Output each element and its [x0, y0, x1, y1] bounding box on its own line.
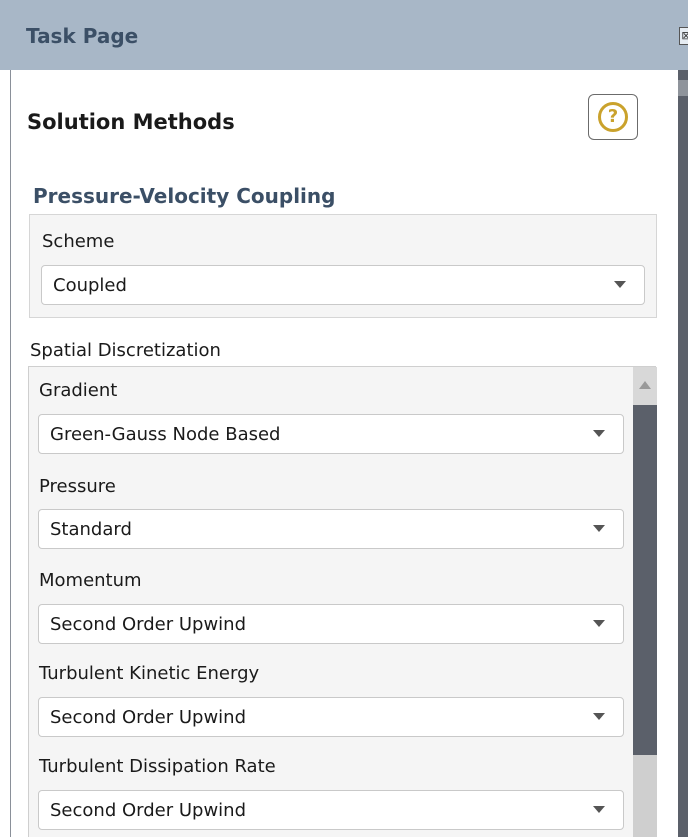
scroll-up-button[interactable] [633, 367, 657, 405]
spatial-discretization-title: Spatial Discretization [30, 340, 221, 361]
scroll-up-icon[interactable] [678, 80, 688, 96]
chevron-up-icon [639, 381, 651, 389]
turbulent-kinetic-energy-value: Second Order Upwind [50, 707, 246, 728]
task-page-scrollbar[interactable] [678, 70, 688, 837]
pressure-label: Pressure [39, 476, 116, 497]
gradient-dropdown[interactable]: Green-Gauss Node Based [38, 414, 624, 454]
pressure-velocity-coupling-title: Pressure-Velocity Coupling [33, 184, 336, 208]
help-button[interactable]: ? [588, 94, 638, 140]
chevron-down-icon [593, 713, 605, 720]
spatial-discretization-scrollbar[interactable] [633, 367, 657, 837]
task-page-header: Task Page ⊠ [0, 0, 688, 70]
task-page-title: Task Page [26, 24, 139, 48]
gradient-label: Gradient [39, 380, 118, 401]
chevron-down-icon [593, 806, 605, 813]
pressure-value: Standard [50, 519, 132, 540]
turbulent-dissipation-rate-value: Second Order Upwind [50, 800, 246, 821]
scheme-value: Coupled [53, 275, 127, 296]
pressure-dropdown[interactable]: Standard [38, 509, 624, 549]
chevron-down-icon [593, 525, 605, 532]
gradient-value: Green-Gauss Node Based [50, 424, 281, 445]
close-icon[interactable]: ⊠ [679, 27, 688, 45]
turbulent-kinetic-energy-dropdown[interactable]: Second Order Upwind [38, 697, 624, 737]
help-icon: ? [598, 102, 628, 132]
chevron-down-icon [614, 281, 626, 288]
chevron-down-icon [593, 430, 605, 437]
chevron-down-icon [593, 620, 605, 627]
momentum-label: Momentum [39, 570, 142, 591]
solution-methods-title: Solution Methods [27, 110, 235, 134]
turbulent-dissipation-rate-label: Turbulent Dissipation Rate [39, 756, 276, 777]
scheme-label: Scheme [42, 231, 115, 252]
momentum-dropdown[interactable]: Second Order Upwind [38, 604, 624, 644]
turbulent-kinetic-energy-label: Turbulent Kinetic Energy [39, 663, 260, 684]
turbulent-dissipation-rate-dropdown[interactable]: Second Order Upwind [38, 790, 624, 830]
scrollbar-track[interactable] [633, 755, 657, 837]
scheme-dropdown[interactable]: Coupled [41, 265, 645, 305]
panel-left-border [10, 70, 11, 837]
momentum-value: Second Order Upwind [50, 614, 246, 635]
